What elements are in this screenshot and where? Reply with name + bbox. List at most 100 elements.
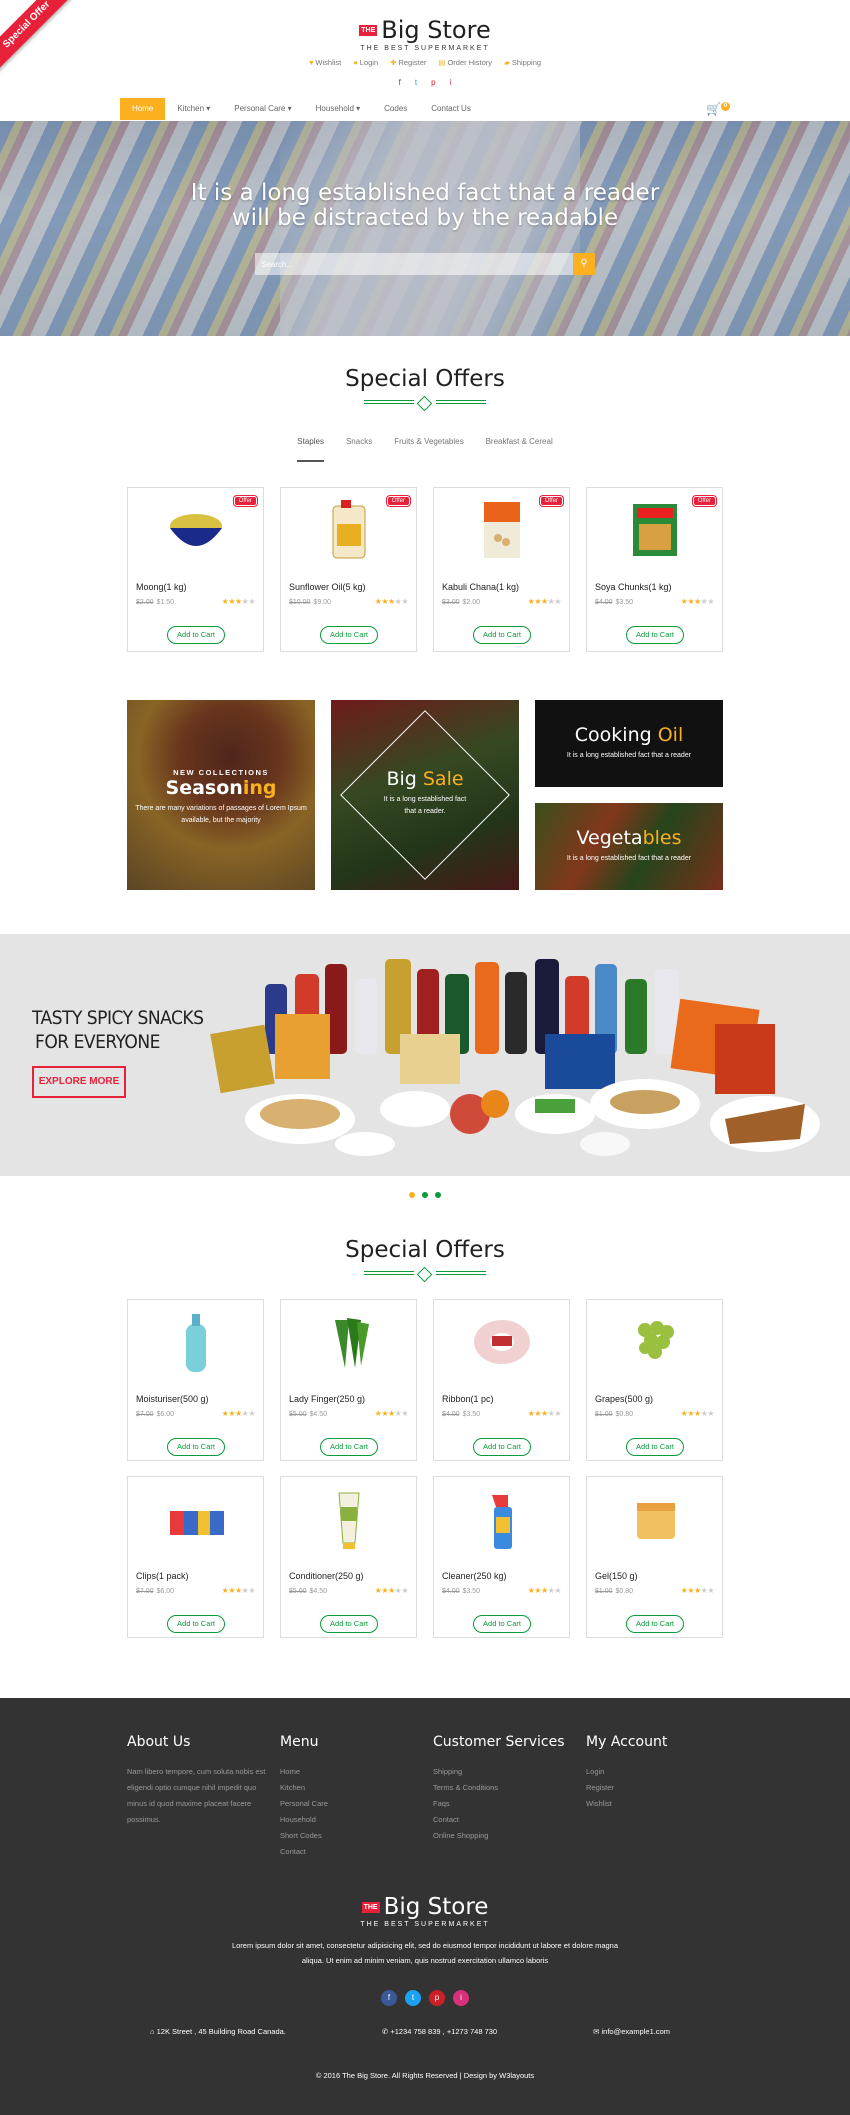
footer-twitter-icon[interactable]: t	[405, 1990, 421, 2006]
product-name[interactable]: Gel(150 g)	[595, 1571, 638, 1581]
product-card[interactable]: Grapes(500 g) $1.00 $0.80 ★★★★★ Add to Cart	[586, 1299, 723, 1461]
register-link[interactable]: ✚ Register	[390, 58, 426, 67]
product-name[interactable]: Kabuli Chana(1 kg)	[442, 582, 519, 592]
product-name[interactable]: Grapes(500 g)	[595, 1394, 653, 1404]
product-card[interactable]: Offer Moong(1 kg) $2.00 $1.50 ★★★★★ Add to Ca…	[127, 487, 264, 652]
footer-service-link[interactable]: Terms & Conditions	[433, 1780, 583, 1796]
footer-account-link[interactable]: Login	[586, 1764, 736, 1780]
product-card[interactable]: Offer Sunflower Oil(5 kg) $10.00 $9.00 ★★★★★…	[280, 487, 417, 652]
footer-email[interactable]: ✉ info@example1.com	[593, 2027, 670, 2036]
product-card[interactable]: Ribbon(1 pc) $4.00 $3.50 ★★★★★ Add to Cart	[433, 1299, 570, 1461]
add-to-cart-button[interactable]: Add to Cart	[626, 626, 684, 644]
add-to-cart-button[interactable]: Add to Cart	[320, 1615, 378, 1633]
clips-icon[interactable]	[162, 1487, 230, 1551]
pinterest-icon[interactable]: p	[431, 78, 435, 87]
carousel-dot-1[interactable]	[409, 1192, 415, 1198]
product-name[interactable]: Clips(1 pack)	[136, 1571, 189, 1581]
add-to-cart-button[interactable]: Add to Cart	[473, 1438, 531, 1456]
brand-logo[interactable]: THE Big Store THE BEST SUPERMARKET	[0, 16, 850, 52]
wishlist-link[interactable]: ♥ Wishlist	[309, 58, 341, 67]
add-to-cart-button[interactable]: Add to Cart	[167, 1615, 225, 1633]
oil-can-icon[interactable]	[315, 498, 383, 562]
cooking-oil-promo[interactable]: Cooking Oil It is a long established fac…	[535, 700, 723, 787]
nav-home[interactable]: Home	[120, 98, 166, 120]
tab-fruits-vegetables[interactable]: Fruits & Vegetables	[394, 437, 463, 462]
nav-codes[interactable]: Codes	[372, 98, 419, 120]
lotion-bottle-icon[interactable]	[162, 1310, 230, 1374]
footer-instagram-icon[interactable]: i	[453, 1990, 469, 2006]
footer-service-link[interactable]: Contact	[433, 1812, 583, 1828]
product-card[interactable]: Lady Finger(250 g) $5.00 $4.50 ★★★★★ Add to …	[280, 1299, 417, 1461]
gel-jar-icon[interactable]	[621, 1487, 689, 1551]
footer-service-link[interactable]: Online Shopping	[433, 1828, 583, 1844]
product-card[interactable]: Moisturiser(500 g) $7.00 $6.00 ★★★★★ Add to …	[127, 1299, 264, 1461]
product-name[interactable]: Moisturiser(500 g)	[136, 1394, 209, 1404]
add-to-cart-button[interactable]: Add to Cart	[320, 626, 378, 644]
star-icon: ★	[381, 597, 388, 606]
add-to-cart-button[interactable]: Add to Cart	[473, 1615, 531, 1633]
product-name[interactable]: Soya Chunks(1 kg)	[595, 582, 672, 592]
nav-personal-care[interactable]: Personal Care ▾	[222, 98, 303, 120]
add-to-cart-button[interactable]: Add to Cart	[473, 626, 531, 644]
product-name[interactable]: Sunflower Oil(5 kg)	[289, 582, 366, 592]
nav-kitchen[interactable]: Kitchen ▾	[165, 98, 222, 120]
footer-logo[interactable]: THE Big Store THE BEST SUPERMARKET	[0, 1894, 850, 1928]
okra-icon[interactable]	[315, 1310, 383, 1374]
nav-contact-us[interactable]: Contact Us	[419, 98, 483, 120]
tab-breakfast-cereal[interactable]: Breakfast & Cereal	[486, 437, 553, 462]
footer-menu-link[interactable]: Contact	[280, 1844, 430, 1860]
product-card[interactable]: Clips(1 pack) $7.00 $6.00 ★★★★★ Add to Cart	[127, 1476, 264, 1638]
footer-pinterest-icon[interactable]: p	[429, 1990, 445, 2006]
product-name[interactable]: Conditioner(250 g)	[289, 1571, 364, 1581]
product-card[interactable]: Gel(150 g) $1.00 $0.80 ★★★★★ Add to Cart	[586, 1476, 723, 1638]
carousel-dot-3[interactable]	[435, 1192, 441, 1198]
explore-more-button[interactable]: EXPLORE MORE	[32, 1066, 126, 1098]
footer-menu-link[interactable]: Household	[280, 1812, 430, 1828]
nutrela-box-icon[interactable]	[621, 498, 689, 562]
login-link[interactable]: ● Login	[353, 58, 378, 67]
facebook-icon[interactable]: f	[399, 78, 401, 87]
cart-button[interactable]: 🛒 0	[706, 102, 730, 116]
footer-service-link[interactable]: Faqs	[433, 1796, 583, 1812]
search-button[interactable]: ⚲	[573, 253, 595, 275]
footer-menu-link[interactable]: Kitchen	[280, 1780, 430, 1796]
footer-menu-link[interactable]: Home	[280, 1764, 430, 1780]
product-card[interactable]: Cleaner(250 kg) $4.00 $3.50 ★★★★★ Add to Car…	[433, 1476, 570, 1638]
order-history-link[interactable]: ▤ Order History	[438, 58, 492, 67]
tab-snacks[interactable]: Snacks	[346, 437, 372, 462]
seasoning-promo[interactable]: NEW COLLECTIONS Seasoning There are many…	[127, 700, 315, 890]
product-name[interactable]: Ribbon(1 pc)	[442, 1394, 494, 1404]
twitter-icon[interactable]: t	[415, 78, 417, 87]
ribbon-roll-icon[interactable]	[468, 1310, 536, 1374]
instagram-icon[interactable]: i	[450, 78, 452, 87]
add-to-cart-button[interactable]: Add to Cart	[167, 626, 225, 644]
chickpea-pack-icon[interactable]	[468, 498, 536, 562]
product-card[interactable]: Offer Kabuli Chana(1 kg) $3.00 $2.00 ★★★★★ Ad…	[433, 487, 570, 652]
carousel-dot-2[interactable]	[422, 1192, 428, 1198]
footer-account-link[interactable]: Register	[586, 1780, 736, 1796]
product-card[interactable]: Conditioner(250 g) $5.00 $4.50 ★★★★★ Add to …	[280, 1476, 417, 1638]
product-card[interactable]: Offer Soya Chunks(1 kg) $4.00 $3.50 ★★★★★ Add…	[586, 487, 723, 652]
add-to-cart-button[interactable]: Add to Cart	[626, 1615, 684, 1633]
footer-account-link[interactable]: Wishlist	[586, 1796, 736, 1812]
footer-menu-link[interactable]: Short Codes	[280, 1828, 430, 1844]
bowl-of-lentils-icon[interactable]	[162, 498, 230, 562]
product-name[interactable]: Lady Finger(250 g)	[289, 1394, 365, 1404]
add-to-cart-button[interactable]: Add to Cart	[626, 1438, 684, 1456]
footer-menu-link[interactable]: Personal Care	[280, 1796, 430, 1812]
vegetables-promo[interactable]: Vegetables It is a long established fact…	[535, 803, 723, 890]
add-to-cart-button[interactable]: Add to Cart	[320, 1438, 378, 1456]
product-name[interactable]: Cleaner(250 kg)	[442, 1571, 507, 1581]
footer-service-link[interactable]: Shipping	[433, 1764, 583, 1780]
tab-staples[interactable]: Staples	[297, 437, 324, 462]
big-sale-promo[interactable]: Big Sale It is a long established fact t…	[331, 700, 519, 890]
nav-household[interactable]: Household ▾	[304, 98, 373, 120]
grapes-icon[interactable]	[621, 1310, 689, 1374]
search-input[interactable]	[255, 253, 573, 275]
spray-bottle-icon[interactable]	[468, 1487, 536, 1551]
footer-facebook-icon[interactable]: f	[381, 1990, 397, 2006]
add-to-cart-button[interactable]: Add to Cart	[167, 1438, 225, 1456]
product-name[interactable]: Moong(1 kg)	[136, 582, 187, 592]
tube-icon[interactable]	[315, 1487, 383, 1551]
shipping-link[interactable]: ▰ Shipping	[504, 58, 541, 67]
